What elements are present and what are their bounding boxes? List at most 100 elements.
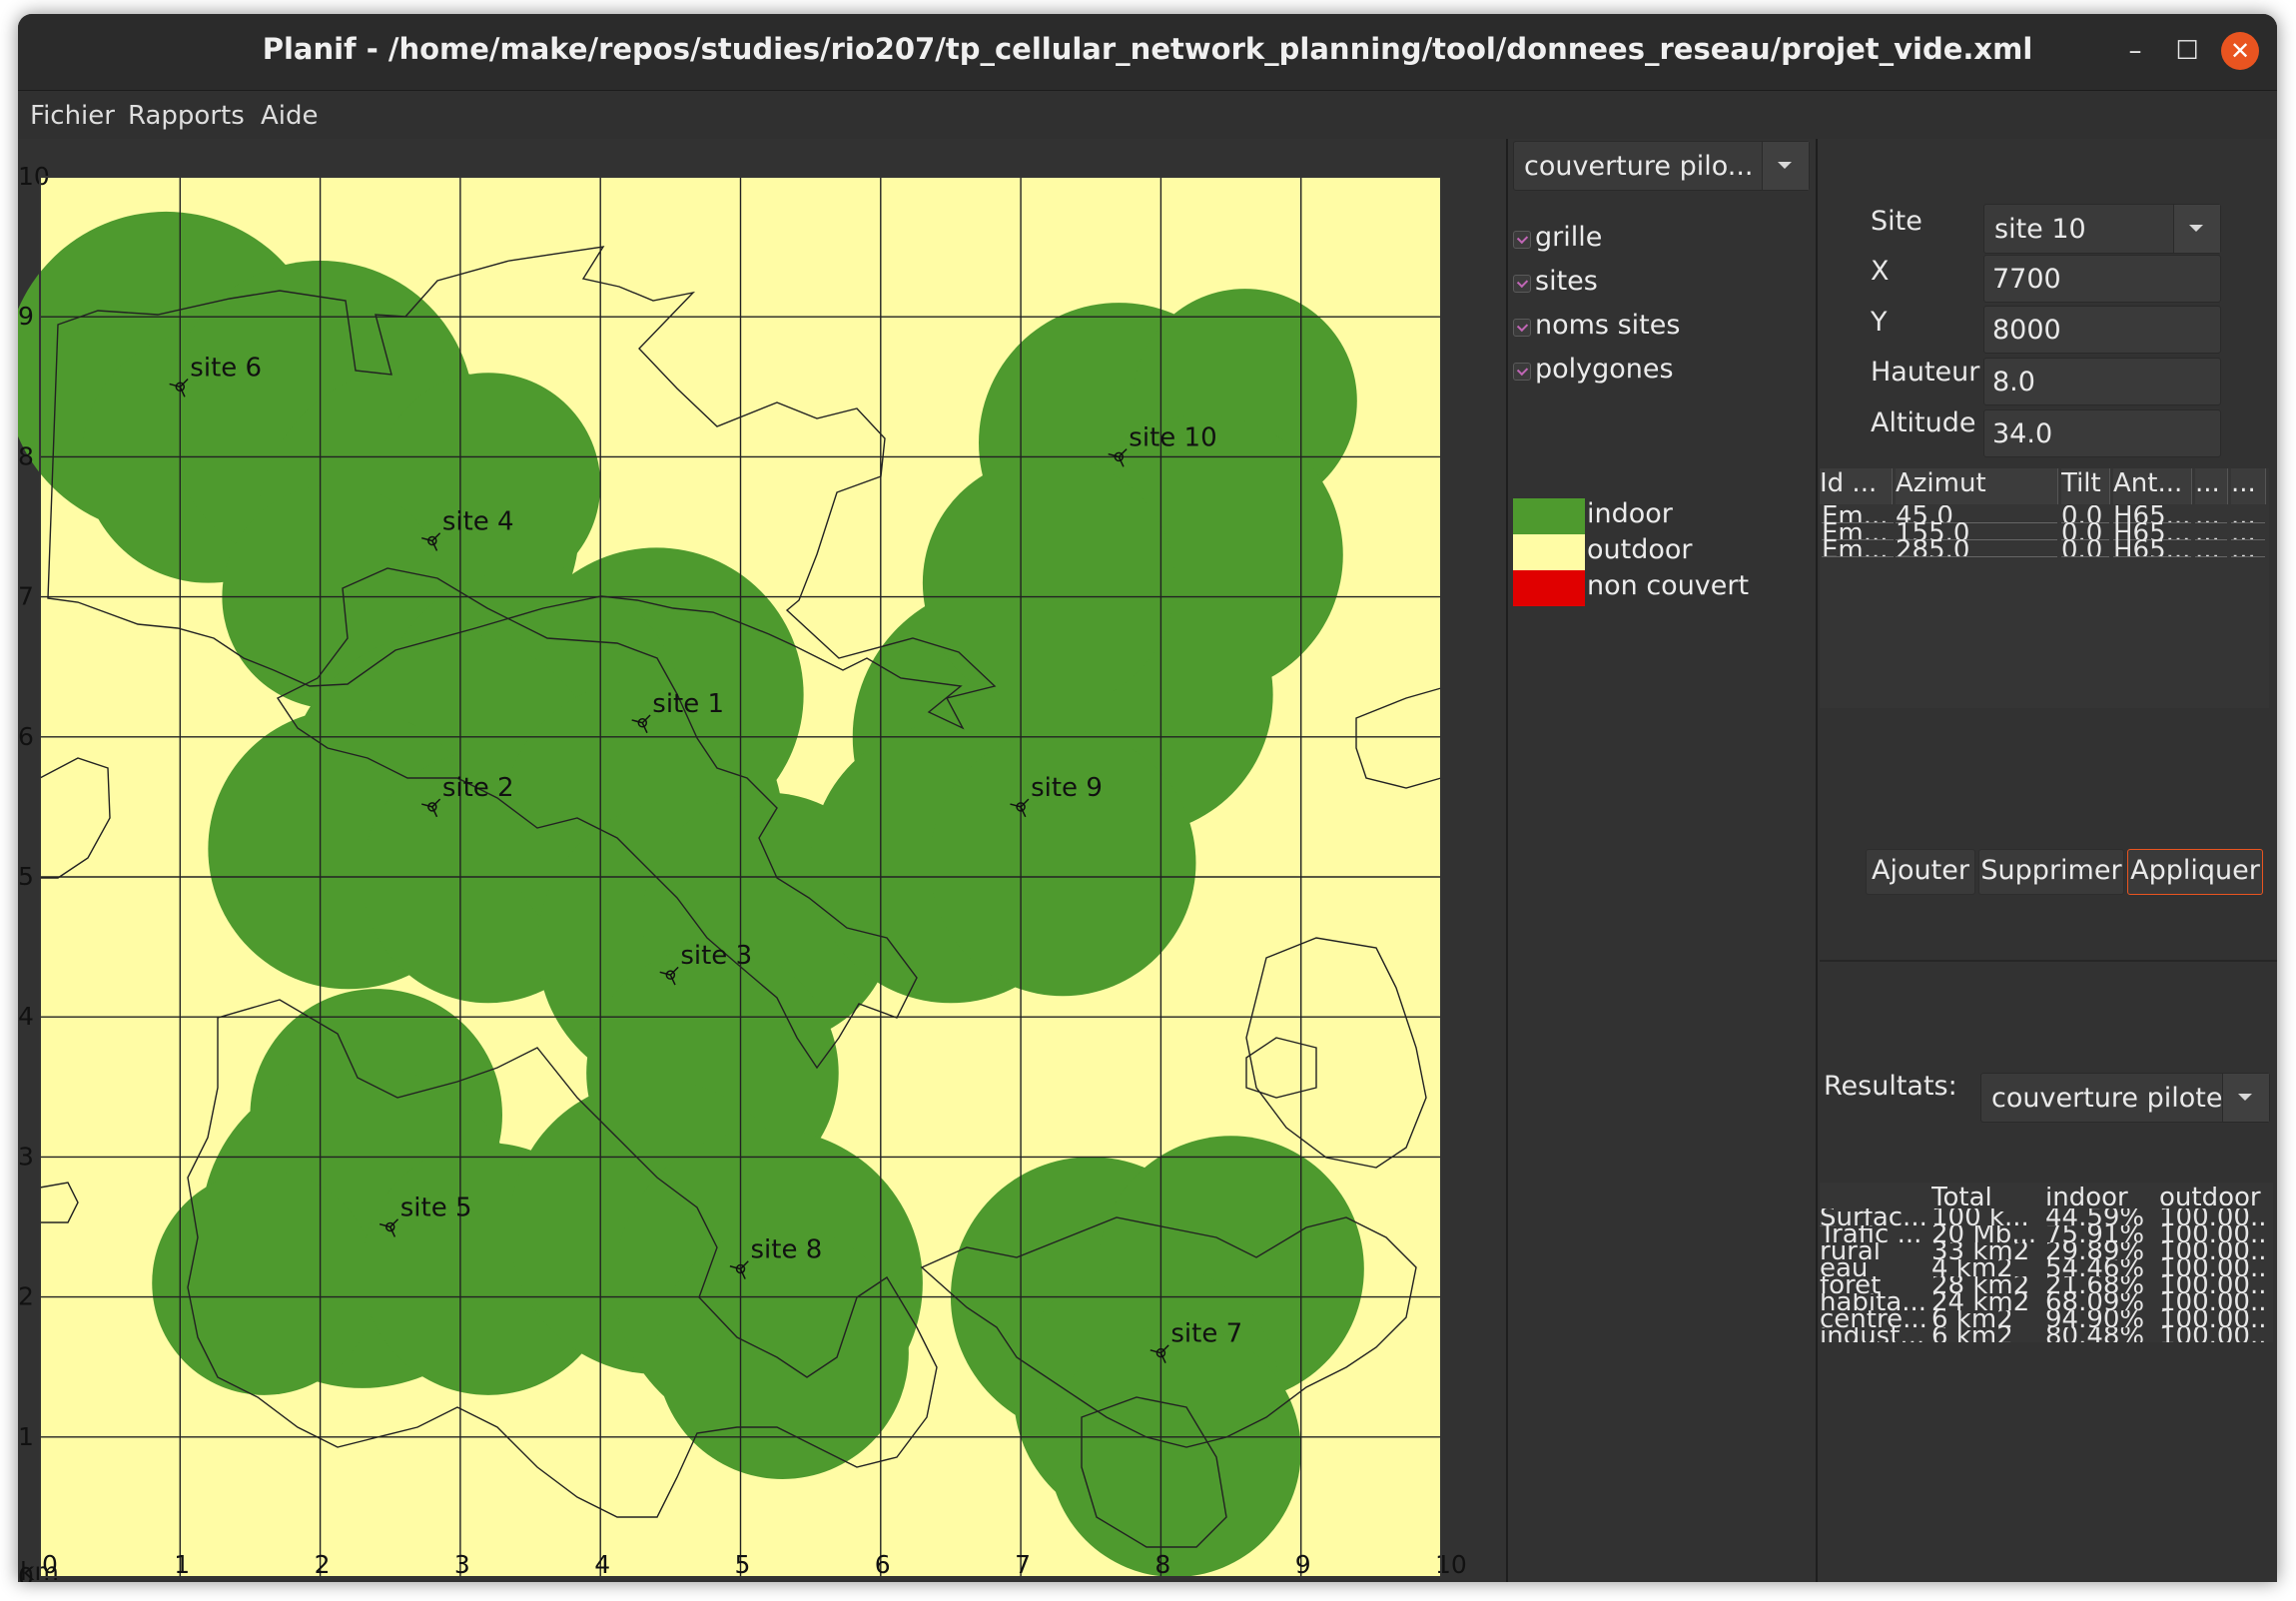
results-col-total[interactable]: Total bbox=[1931, 1187, 2041, 1208]
results-cell: 54.46% bbox=[2045, 1259, 2145, 1277]
antenna-col-ant[interactable]: Ant... bbox=[2113, 468, 2192, 504]
menu-fichier[interactable]: Fichier bbox=[30, 101, 115, 131]
results-cell: habita... bbox=[1820, 1293, 1927, 1311]
menu-aide[interactable]: Aide bbox=[261, 101, 319, 131]
y-field[interactable]: 8000 bbox=[1983, 306, 2221, 354]
y-tick-label: 8 bbox=[18, 441, 34, 470]
site-select[interactable]: site 10 bbox=[1983, 204, 2221, 254]
close-button[interactable]: ✕ bbox=[2221, 32, 2259, 70]
hauteur-field[interactable]: 8.0 bbox=[1983, 358, 2221, 405]
site-name-label: site 7 bbox=[1170, 1319, 1242, 1349]
main-area: site 1 site 2 site 3 site 4 site 5 site 6 site… bbox=[18, 139, 2277, 1582]
results-cell: 100.00... bbox=[2159, 1242, 2269, 1260]
check-icon bbox=[1513, 319, 1531, 337]
antenna-cell[interactable]: Em... bbox=[1822, 539, 1894, 557]
antenna-cell[interactable]: Em... bbox=[1822, 505, 1894, 523]
y-tick-label: 7 bbox=[18, 582, 34, 611]
x-tick-label: 10 bbox=[1435, 1550, 1467, 1579]
site-select-value: site 10 bbox=[1994, 214, 2086, 245]
antenna-cell[interactable]: ... bbox=[2195, 505, 2227, 523]
x-tick-label: 1 bbox=[174, 1550, 190, 1579]
results-cell: 44.59% bbox=[2045, 1208, 2145, 1226]
antenna-cell[interactable]: H65... bbox=[2113, 522, 2191, 540]
results-cell: Trafic ... bbox=[1820, 1225, 1922, 1243]
results-cell: 94.90% bbox=[2045, 1310, 2145, 1328]
title-bar: Planif - /home/make/repos/studies/rio207… bbox=[18, 14, 2277, 91]
results-cell: 100.00... bbox=[2159, 1225, 2269, 1243]
results-cell: 100.00... bbox=[2159, 1208, 2269, 1226]
results-cell: centre... bbox=[1820, 1310, 1927, 1328]
coverage-area bbox=[929, 729, 1196, 997]
app-window: Planif - /home/make/repos/studies/rio207… bbox=[18, 14, 2277, 1582]
panel-divider-2[interactable] bbox=[1816, 139, 1818, 1582]
x-tick-label: 5 bbox=[735, 1550, 751, 1579]
altitude-field[interactable]: 34.0 bbox=[1983, 409, 2221, 457]
results-col-indoor[interactable]: indoor bbox=[2045, 1187, 2155, 1208]
antenna-cell[interactable]: Em... bbox=[1822, 522, 1894, 540]
antenna-cell[interactable]: 0.0 bbox=[2061, 522, 2109, 540]
y-tick-label: 2 bbox=[18, 1282, 34, 1311]
x-label: X bbox=[1871, 256, 1890, 287]
results-table[interactable]: Total indoor outdoor Surfac... 100 k... 44… bbox=[1820, 1183, 2273, 1342]
site-label: Site bbox=[1871, 206, 1922, 237]
antenna-cell[interactable]: 0.0 bbox=[2061, 505, 2109, 523]
x-field[interactable]: 7700 bbox=[1983, 255, 2221, 303]
add-button[interactable]: Ajouter bbox=[1866, 849, 1975, 895]
antenna-col-id[interactable]: Id ... bbox=[1820, 468, 1893, 504]
y-tick-label: 1 bbox=[18, 1422, 34, 1451]
check-icon bbox=[1513, 363, 1531, 381]
results-select[interactable]: couverture pilote bbox=[1980, 1073, 2270, 1123]
x-tick-label: 9 bbox=[1295, 1550, 1311, 1579]
antenna-cell[interactable]: H65... bbox=[2113, 505, 2191, 523]
antenna-cell[interactable]: 285.0 bbox=[1896, 539, 2057, 557]
antenna-table[interactable]: Id ... Azimut Tilt Ant... ... ... Em... 4… bbox=[1820, 468, 2269, 708]
results-cell: eau bbox=[1820, 1259, 1869, 1277]
y-tick-label: 4 bbox=[18, 1002, 34, 1031]
antenna-cell[interactable]: H65... bbox=[2113, 539, 2191, 557]
results-cell: Surfac... bbox=[1820, 1208, 1927, 1226]
remove-button[interactable]: Supprimer bbox=[1978, 849, 2124, 895]
altitude-label: Altitude bbox=[1871, 407, 1976, 438]
antenna-cell[interactable]: 0.0 bbox=[2061, 539, 2109, 557]
x-tick-label: 6 bbox=[875, 1550, 891, 1579]
antenna-col-azimut[interactable]: Azimut bbox=[1896, 468, 2058, 504]
chevron-down-icon bbox=[1762, 142, 1809, 190]
x-tick-label: 8 bbox=[1154, 1550, 1170, 1579]
legend-label-outdoor: outdoor bbox=[1587, 534, 1693, 565]
menu-rapports[interactable]: Rapports bbox=[128, 101, 245, 131]
antenna-cell[interactable]: ... bbox=[2231, 505, 2265, 523]
panel-divider[interactable] bbox=[1506, 139, 1508, 1582]
results-cell: 6 km2 bbox=[1931, 1327, 2013, 1342]
antenna-col-6[interactable]: ... bbox=[2231, 468, 2266, 504]
x-tick-label: 7 bbox=[1015, 1550, 1031, 1579]
antenna-cell[interactable]: 155.0 bbox=[1896, 522, 2057, 540]
results-cell: rural bbox=[1820, 1242, 1882, 1260]
legend-label-indoor: indoor bbox=[1587, 498, 1673, 529]
antenna-cell[interactable]: ... bbox=[2231, 539, 2265, 557]
legend-label-non-couvert: non couvert bbox=[1587, 570, 1750, 601]
coverage-area bbox=[1049, 1324, 1301, 1578]
results-cell: 20 Mb... bbox=[1931, 1225, 2037, 1243]
antenna-col-5[interactable]: ... bbox=[2195, 468, 2228, 504]
antenna-col-tilt[interactable]: Tilt bbox=[2061, 468, 2110, 504]
maximize-button[interactable]: ☐ bbox=[2168, 32, 2206, 70]
antenna-cell[interactable]: ... bbox=[2195, 539, 2227, 557]
coverage-map[interactable]: site 1 site 2 site 3 site 4 site 5 site 6 site… bbox=[18, 139, 1506, 1582]
minimize-button[interactable]: – bbox=[2116, 32, 2154, 70]
antenna-cell[interactable]: ... bbox=[2231, 522, 2265, 540]
results-col-outdoor[interactable]: outdoor bbox=[2159, 1187, 2269, 1208]
antenna-cell[interactable]: ... bbox=[2195, 522, 2227, 540]
view-mode-select[interactable]: couverture pilo... bbox=[1513, 141, 1810, 191]
results-cell: foret bbox=[1820, 1276, 1882, 1294]
y-tick-label: 6 bbox=[18, 722, 34, 751]
results-cell: 100 k... bbox=[1931, 1208, 2029, 1226]
site-name-label: site 6 bbox=[190, 353, 262, 383]
results-cell: 100.00... bbox=[2159, 1259, 2269, 1277]
antenna-cell[interactable]: 45.0 bbox=[1896, 505, 2057, 523]
menu-bar: Fichier Rapports Aide bbox=[18, 91, 2277, 139]
window-title: Planif - /home/make/repos/studies/rio207… bbox=[262, 32, 2033, 66]
apply-button[interactable]: Appliquer bbox=[2127, 849, 2263, 895]
results-label: Resultats: bbox=[1824, 1071, 1957, 1102]
coverage-area bbox=[922, 456, 1175, 709]
y-tick-label: 5 bbox=[18, 862, 34, 891]
